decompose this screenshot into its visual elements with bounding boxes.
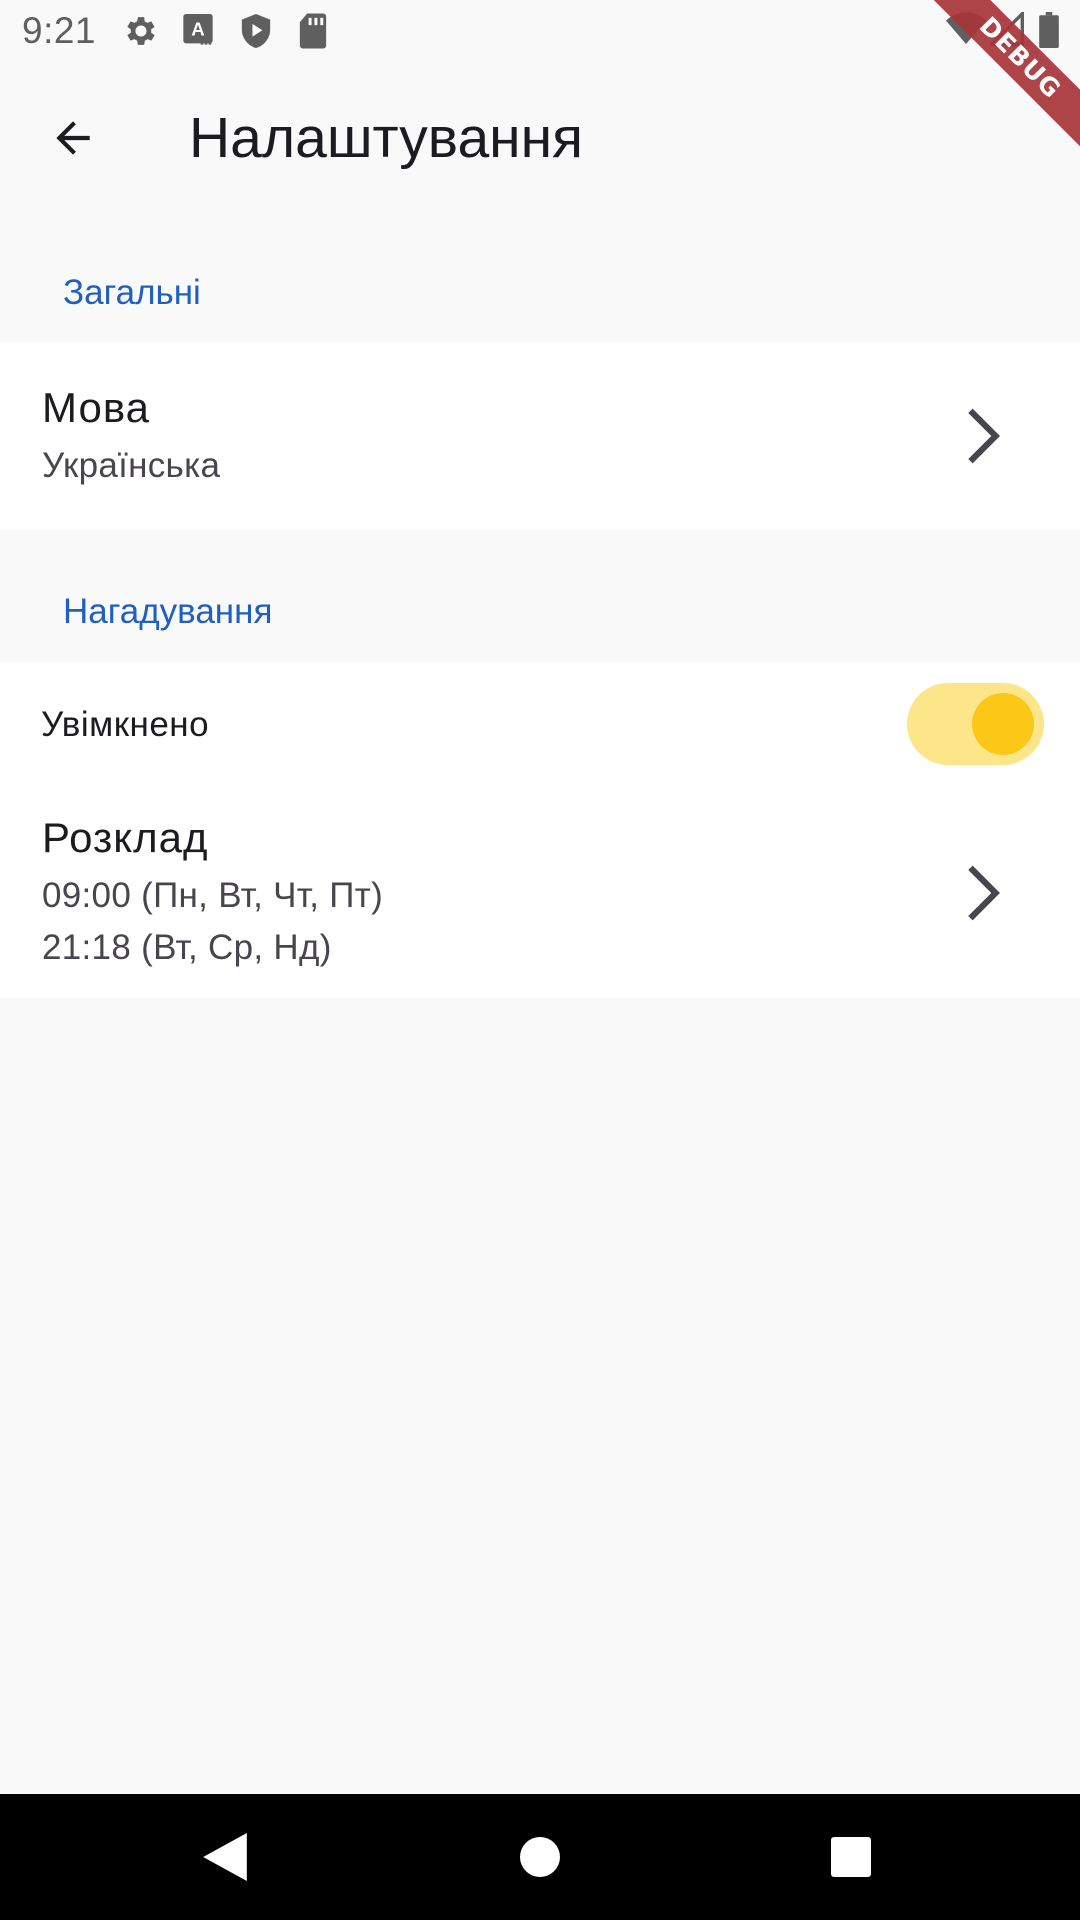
reminders-enabled-label: Увімкнено [41,705,210,744]
language-value: Українська [42,446,221,485]
schedule-line-1: 09:00 (Пн, Вт, Чт, Пт) [42,876,384,915]
schedule-line-2: 21:18 (Вт, Ср, Нд) [42,928,332,967]
nav-recents-icon [831,1837,871,1877]
settings-icon [122,12,160,55]
language-tile[interactable]: Мова Українська [0,342,1080,530]
schedule-tile[interactable]: Розклад 09:00 (Пн, Вт, Чт, Пт) 21:18 (Вт… [0,790,1080,998]
arrow-back-icon [56,121,90,155]
battery-icon [1038,12,1060,53]
chevron-right-icon [968,865,1000,921]
nav-home-button[interactable] [510,1827,570,1887]
sd-card-icon [298,12,328,55]
reminders-group: Увімкнено Розклад 09:00 (Пн, Вт, Чт, Пт)… [0,662,1080,998]
nav-home-icon [520,1837,560,1877]
navigation-bar [0,1794,1080,1920]
a-icon: A [182,12,214,53]
shield-play-icon [239,12,273,55]
chevron-right-icon [968,408,1000,464]
status-time: 9:21 [22,10,97,51]
app-bar: Налаштування [0,63,1080,210]
schedule-title: Розклад [42,814,209,861]
nav-back-icon [203,1833,247,1881]
switch-thumb [972,693,1034,755]
reminders-enabled-tile[interactable]: Увімкнено [0,662,1080,790]
language-title: Мова [42,384,151,431]
nav-back-button[interactable] [195,1827,255,1887]
page-title: Налаштування [189,106,583,170]
back-button[interactable] [34,99,112,177]
status-bar: 9:21 A [0,0,1080,63]
svg-text:A: A [191,18,204,39]
reminders-switch[interactable] [907,683,1044,765]
section-header-general: Загальні [63,273,201,312]
section-header-reminders: Нагадування [63,592,273,631]
nav-recents-button[interactable] [821,1827,881,1887]
